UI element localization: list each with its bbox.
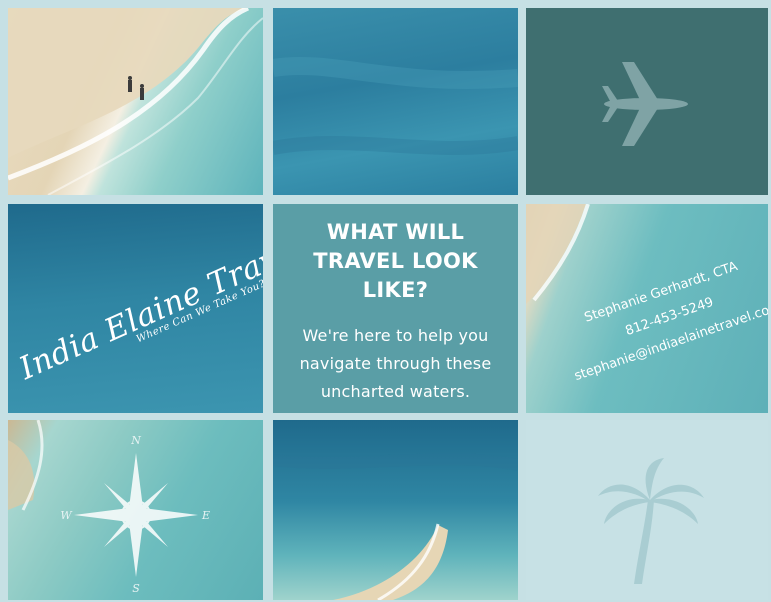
brand-tile: India Elaine Travel Where Can We Take Yo… bbox=[8, 204, 263, 413]
compass-e-label: E bbox=[201, 509, 210, 522]
compass-tile: N S E W bbox=[8, 420, 263, 600]
headline-line-1: WHAT WILL bbox=[326, 220, 465, 244]
sandbar-photo bbox=[273, 420, 518, 600]
brand-name: India Elaine Travel bbox=[14, 228, 263, 387]
compass-rose-icon: N S E W bbox=[8, 420, 210, 595]
message-line-2: navigate through these bbox=[299, 354, 492, 373]
beach-couple-illustration bbox=[8, 8, 263, 195]
open-water-photo bbox=[273, 8, 518, 195]
message-text: We're here to help you navigate through … bbox=[273, 322, 518, 406]
palm-tree-icon bbox=[598, 458, 704, 584]
headline-line-3: LIKE? bbox=[362, 278, 429, 302]
brand-logo: India Elaine Travel Where Can We Take Yo… bbox=[14, 228, 263, 393]
palm-tile bbox=[526, 420, 768, 600]
compass-w-label: W bbox=[60, 509, 73, 522]
sandbar-illustration bbox=[273, 453, 518, 600]
airplane-tile bbox=[526, 8, 768, 195]
compass-n-label: N bbox=[130, 434, 141, 447]
message-line-1: We're here to help you bbox=[302, 326, 489, 345]
airplane-icon bbox=[602, 62, 688, 146]
compass-s-label: S bbox=[132, 582, 140, 595]
beach-couple-photo bbox=[8, 8, 263, 195]
message-line-3: uncharted waters. bbox=[320, 382, 471, 401]
contact-tile: Stephanie Gerhardt, CTA 812-453-5249 ste… bbox=[526, 204, 768, 413]
headline-line-2: TRAVEL LOOK bbox=[313, 249, 478, 273]
headline: WHAT WILL TRAVEL LOOK LIKE? bbox=[273, 218, 518, 305]
message-tile: WHAT WILL TRAVEL LOOK LIKE? We're here t… bbox=[273, 204, 518, 413]
water-illustration bbox=[273, 56, 518, 155]
